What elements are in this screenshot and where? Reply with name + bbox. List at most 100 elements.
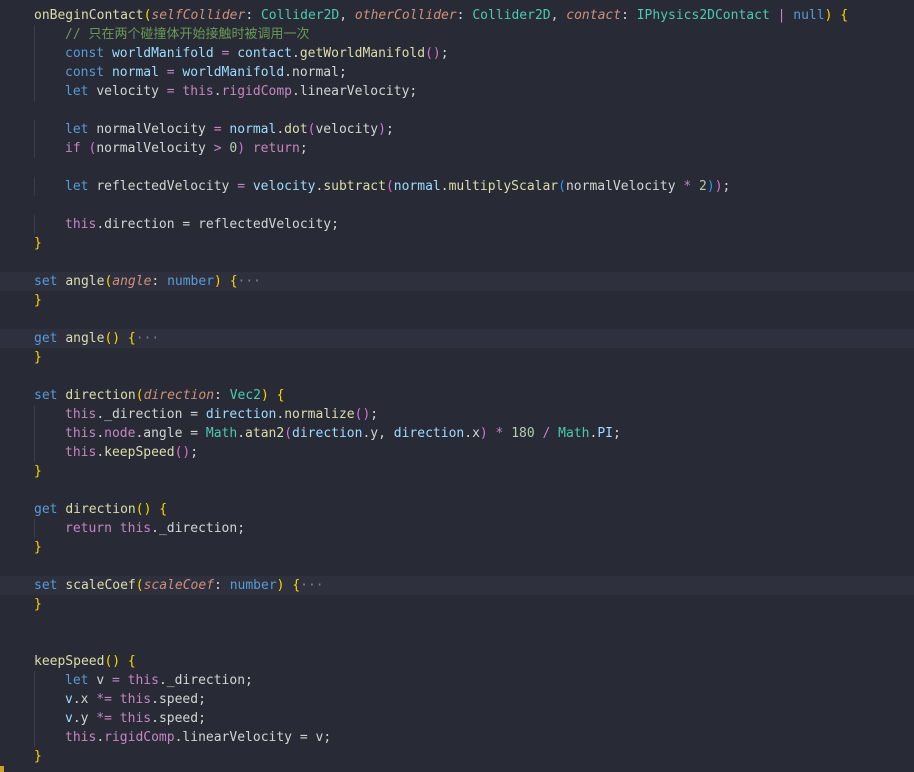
code-token: speed bbox=[158, 692, 199, 707]
code-line[interactable]: // 只在两个碰撞体开始接触时被调用一次 bbox=[0, 25, 914, 44]
code-token: ) bbox=[276, 578, 285, 593]
code-line[interactable]: this._direction = direction.normalize(); bbox=[0, 405, 914, 424]
code-line[interactable] bbox=[0, 633, 914, 652]
code-token: worldManifold bbox=[182, 65, 285, 80]
code-token: ( bbox=[385, 179, 394, 194]
code-line[interactable]: } bbox=[0, 595, 914, 614]
gutter-marker bbox=[0, 766, 4, 772]
code-token: ) bbox=[479, 426, 488, 441]
code-line-text: keepSpeed() { bbox=[34, 652, 136, 671]
code-line[interactable]: this.keepSpeed(); bbox=[0, 443, 914, 462]
code-line[interactable]: const normal = worldManifold.normal; bbox=[0, 63, 914, 82]
code-token: this bbox=[65, 445, 97, 460]
code-token: = bbox=[158, 84, 183, 99]
code-token: direction bbox=[143, 388, 215, 403]
code-token: ; bbox=[198, 711, 206, 726]
code-line[interactable]: } bbox=[0, 747, 914, 766]
code-token: null bbox=[793, 8, 825, 23]
code-line[interactable]: let v = this._direction; bbox=[0, 671, 914, 690]
code-token: ( bbox=[284, 426, 293, 441]
code-line[interactable]: this.rigidComp.linearVelocity = v; bbox=[0, 728, 914, 747]
code-token: normalVelocity bbox=[96, 141, 206, 156]
code-line[interactable]: return this._direction; bbox=[0, 519, 914, 538]
code-line[interactable]: } bbox=[0, 462, 914, 481]
code-token: direction bbox=[205, 407, 277, 422]
fold-ellipsis-icon[interactable]: ··· bbox=[300, 578, 323, 593]
code-line[interactable] bbox=[0, 101, 914, 120]
indent-guide bbox=[34, 671, 35, 690]
code-line[interactable]: let velocity = this.rigidComp.linearVelo… bbox=[0, 82, 914, 101]
code-line[interactable] bbox=[0, 367, 914, 386]
code-line[interactable] bbox=[0, 310, 914, 329]
code-token: : bbox=[456, 8, 473, 23]
code-token: atan2 bbox=[245, 426, 285, 441]
indent-guide bbox=[34, 424, 35, 443]
code-line[interactable] bbox=[0, 158, 914, 177]
code-token: direction bbox=[292, 426, 363, 441]
code-token: this bbox=[119, 711, 152, 726]
code-token: = bbox=[182, 426, 206, 441]
code-line-text: v.y *= this.speed; bbox=[65, 709, 206, 728]
code-line-text: } bbox=[34, 538, 42, 557]
code-token: . bbox=[72, 692, 81, 707]
code-line[interactable] bbox=[0, 557, 914, 576]
code-token: selfCollider bbox=[151, 8, 246, 23]
code-token: Vec2 bbox=[229, 388, 262, 403]
code-line[interactable]: } bbox=[0, 538, 914, 557]
code-token: ; bbox=[722, 179, 731, 194]
code-line[interactable]: get direction() { bbox=[0, 500, 914, 519]
code-line[interactable] bbox=[0, 196, 914, 215]
code-token: let bbox=[65, 673, 97, 688]
code-line[interactable]: } bbox=[0, 348, 914, 367]
fold-ellipsis-icon[interactable]: ··· bbox=[238, 274, 261, 289]
code-line[interactable]: v.x *= this.speed; bbox=[0, 690, 914, 709]
code-token: this bbox=[65, 730, 97, 745]
code-token: > bbox=[205, 141, 230, 156]
code-token: _direction bbox=[104, 407, 183, 422]
code-editor[interactable]: onBeginContact (selfCollider: Collider2D,… bbox=[0, 0, 914, 772]
code-line-text: return this._direction; bbox=[65, 519, 245, 538]
code-line[interactable] bbox=[0, 614, 914, 633]
folded-code-line[interactable]: set angle(angle: number) {··· bbox=[0, 272, 914, 291]
code-line[interactable]: const worldManifold = contact.getWorldMa… bbox=[0, 44, 914, 63]
code-token: { bbox=[268, 388, 285, 403]
code-token: () bbox=[354, 407, 371, 422]
code-token: , bbox=[378, 426, 394, 441]
code-token: *= bbox=[88, 711, 120, 726]
code-line[interactable]: v.y *= this.speed; bbox=[0, 709, 914, 728]
code-line[interactable]: if (normalVelocity > 0) return; bbox=[0, 139, 914, 158]
code-token: this bbox=[65, 217, 97, 232]
code-token: const bbox=[65, 46, 112, 61]
code-line[interactable]: this.direction = reflectedVelocity; bbox=[0, 215, 914, 234]
code-token: = bbox=[292, 730, 316, 745]
code-line[interactable]: onBeginContact(selfCollider: Collider2D,… bbox=[0, 6, 914, 25]
code-token: = bbox=[104, 673, 128, 688]
code-line[interactable]: set direction(direction: Vec2) { bbox=[0, 386, 914, 405]
indent-guide bbox=[34, 443, 35, 462]
fold-ellipsis-icon[interactable]: ··· bbox=[136, 331, 159, 346]
code-line-text: get direction() { bbox=[34, 500, 167, 519]
code-line[interactable]: let reflectedVelocity = velocity. subtrac… bbox=[0, 177, 914, 196]
code-line-text: set angle(angle: number) {··· bbox=[34, 272, 261, 291]
folded-code-line[interactable]: get angle() {··· bbox=[0, 329, 914, 348]
code-line[interactable] bbox=[0, 481, 914, 500]
code-token: } bbox=[34, 350, 42, 365]
code-token: . bbox=[237, 426, 246, 441]
folded-code-line[interactable]: set scaleCoef(scaleCoef: number) {··· bbox=[0, 576, 914, 595]
code-token: ; bbox=[440, 46, 449, 61]
code-token: normal bbox=[229, 122, 277, 137]
code-token: () bbox=[104, 331, 121, 346]
code-line[interactable]: } bbox=[0, 234, 914, 253]
code-token: } bbox=[34, 236, 42, 251]
code-token: } bbox=[34, 464, 42, 479]
code-token: = bbox=[229, 179, 253, 194]
code-token: set bbox=[34, 274, 66, 289]
code-line[interactable]: keepSpeed() { bbox=[0, 652, 914, 671]
code-token: ; bbox=[612, 426, 621, 441]
code-line[interactable]: let normalVelocity = normal.dot(velocity… bbox=[0, 120, 914, 139]
code-line[interactable]: this.node.angle = Math.atan2(direction.y… bbox=[0, 424, 914, 443]
code-line[interactable] bbox=[0, 253, 914, 272]
code-line[interactable]: } bbox=[0, 291, 914, 310]
code-token: Collider2D bbox=[472, 8, 551, 23]
code-token: () bbox=[135, 502, 152, 517]
